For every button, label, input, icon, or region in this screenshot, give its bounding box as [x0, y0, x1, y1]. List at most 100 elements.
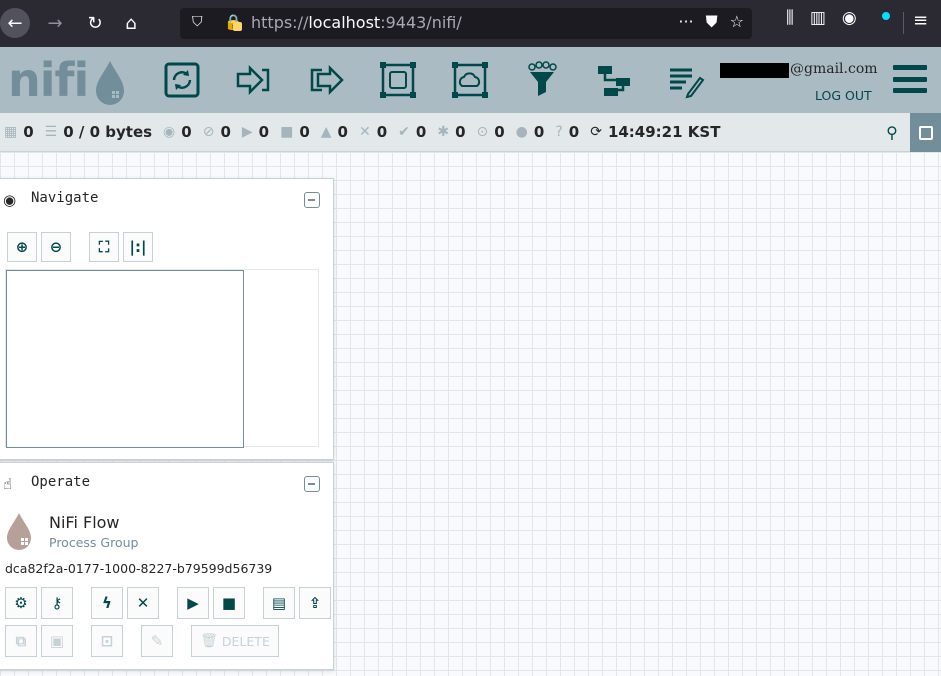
stop-icon: ■ — [221, 594, 237, 612]
operate-palette: ☝ Operate NiFi Flow Process Group dca82f… — [0, 462, 334, 670]
profile-icon[interactable]: ◉ — [842, 8, 857, 28]
logout-link[interactable]: LOG OUT — [815, 88, 872, 103]
fit-button[interactable]: ⛶ — [89, 232, 119, 262]
running-count: 0 — [258, 123, 270, 141]
warning-icon — [233, 22, 242, 31]
not-transmitting-icon: ⊘ — [202, 124, 215, 140]
disable-icon: ✕ — [136, 594, 150, 612]
sync-failure-status: ? 0 — [555, 123, 579, 141]
disable-button[interactable]: ✕ — [127, 587, 159, 619]
copy-icon: ⧉ — [15, 632, 27, 650]
menu-bar — [893, 88, 927, 93]
asterisk-icon: ✱ — [437, 124, 450, 140]
check-icon: ✔ — [398, 124, 410, 140]
lightning-icon: ϟ — [102, 594, 112, 612]
refresh-icon[interactable]: ⟳ — [590, 124, 602, 140]
collapse-icon[interactable] — [304, 476, 320, 492]
zoom-in-button[interactable]: ⊕ — [7, 232, 37, 262]
input-port-button[interactable] — [218, 57, 290, 103]
menu-icon[interactable]: ≡ — [913, 10, 928, 31]
invalid-count: 0 — [337, 123, 348, 141]
access-policies-button[interactable]: ⚷ — [41, 587, 73, 619]
start-button[interactable]: ▶ — [177, 587, 209, 619]
logo-text: nifi — [8, 53, 89, 107]
remote-process-group-button[interactable] — [434, 57, 506, 103]
processor-button[interactable] — [146, 57, 218, 103]
process-group-button[interactable] — [362, 57, 434, 103]
navigate-header[interactable]: ◉ Navigate — [0, 179, 333, 219]
funnel-button[interactable] — [506, 57, 578, 103]
stopped-status: ■ 0 — [280, 123, 310, 141]
zoom-in-icon: ⊕ — [15, 238, 29, 256]
label-icon — [670, 68, 705, 99]
stop-icon: ■ — [280, 124, 294, 140]
redacted-username — [720, 63, 789, 78]
locally-modified-count: 0 — [455, 123, 466, 141]
birdseye-view[interactable] — [5, 269, 319, 448]
up-arrow-circle-icon: ⊙ — [476, 124, 489, 140]
url-scheme: https:// — [251, 13, 309, 32]
locally-modified-status: ✱ 0 — [437, 123, 465, 141]
menu-bar — [893, 65, 927, 70]
url-text[interactable]: https://localhost:9443/nifi/ — [251, 13, 462, 32]
stopped-count: 0 — [299, 123, 310, 141]
more-icon[interactable]: ··· — [678, 12, 693, 32]
enable-button[interactable]: ϟ — [91, 587, 123, 619]
warning-icon: ▲ — [320, 124, 332, 140]
home-icon[interactable]: ⌂ — [116, 8, 146, 38]
template-button[interactable] — [578, 57, 650, 103]
reload-icon[interactable]: ↻ — [80, 8, 110, 38]
zoom-out-icon: ⊖ — [49, 238, 63, 256]
actual-size-button[interactable]: |:| — [123, 232, 153, 262]
search-button[interactable]: ⚲ — [874, 113, 910, 152]
label-button[interactable] — [650, 57, 722, 103]
paste-button[interactable]: ▣ — [41, 625, 73, 657]
paste-icon: ▣ — [49, 632, 65, 650]
upload-template-button[interactable]: ⇪ — [299, 587, 331, 619]
transmitting-count: 0 — [181, 123, 192, 141]
upload-template-icon: ⇪ — [308, 594, 322, 612]
global-menu-button[interactable] — [893, 65, 927, 93]
output-port-button[interactable] — [290, 57, 362, 103]
fit-icon: ⛶ — [98, 238, 110, 256]
operate-header[interactable]: ☝ Operate — [0, 463, 333, 503]
search-icon: ⚲ — [886, 123, 898, 142]
entity-name: NiFi Flow — [49, 513, 120, 532]
sync-failure-count: 0 — [568, 123, 580, 141]
star-icon[interactable]: ☆ — [730, 12, 744, 32]
last-refreshed-status[interactable]: ⟳ 14:49:21 KST — [590, 123, 720, 141]
question-icon: ? — [555, 124, 563, 140]
transmitting-icon: ◉ — [163, 124, 176, 140]
play-icon: ▶ — [241, 124, 253, 140]
bulletin-board-button[interactable] — [910, 113, 941, 152]
configure-button[interactable]: ⚙ — [5, 587, 37, 619]
key-icon: ⚷ — [51, 594, 63, 612]
library-icon[interactable]: ⫼ — [786, 8, 794, 28]
disabled-count: 0 — [376, 123, 388, 141]
group-button[interactable]: ⊡ — [91, 625, 123, 657]
delete-button[interactable]: 🗑 DELETE — [191, 625, 279, 657]
up-to-date-count: 0 — [415, 123, 427, 141]
collapse-icon[interactable] — [304, 192, 320, 208]
template-icon — [598, 66, 630, 96]
funnel-icon — [528, 61, 557, 96]
locally-modified-stale-status: ● 0 — [516, 123, 545, 141]
change-color-button[interactable]: ✎ — [141, 625, 173, 657]
copy-button[interactable]: ⧉ — [5, 625, 37, 657]
active-threads-status: ▦ 0 — [4, 123, 34, 141]
forward-arrow-icon[interactable]: → — [40, 8, 70, 38]
birdseye-viewport[interactable] — [6, 270, 244, 448]
paint-brush-icon: ✎ — [150, 632, 164, 650]
shield-icon[interactable]: ⛉ — [192, 14, 203, 30]
url-bar[interactable]: ⛉ 🔒 https://localhost:9443/nifi/ ··· ⛊ ☆ — [180, 8, 752, 39]
not-transmitting-count: 0 — [220, 123, 231, 141]
create-template-button[interactable]: ▤ — [263, 587, 295, 619]
pocket-icon[interactable]: ⛊ — [706, 12, 718, 32]
stop-button[interactable]: ■ — [213, 587, 245, 619]
url-path: :9443/nifi/ — [380, 13, 462, 32]
back-arrow-icon[interactable]: ← — [0, 8, 30, 38]
zoom-out-button[interactable]: ⊖ — [41, 232, 71, 262]
sidebar-icon[interactable]: ▥ — [810, 8, 826, 28]
nifi-logo: nifi — [8, 53, 128, 107]
disabled-icon: ✕ — [358, 124, 371, 140]
